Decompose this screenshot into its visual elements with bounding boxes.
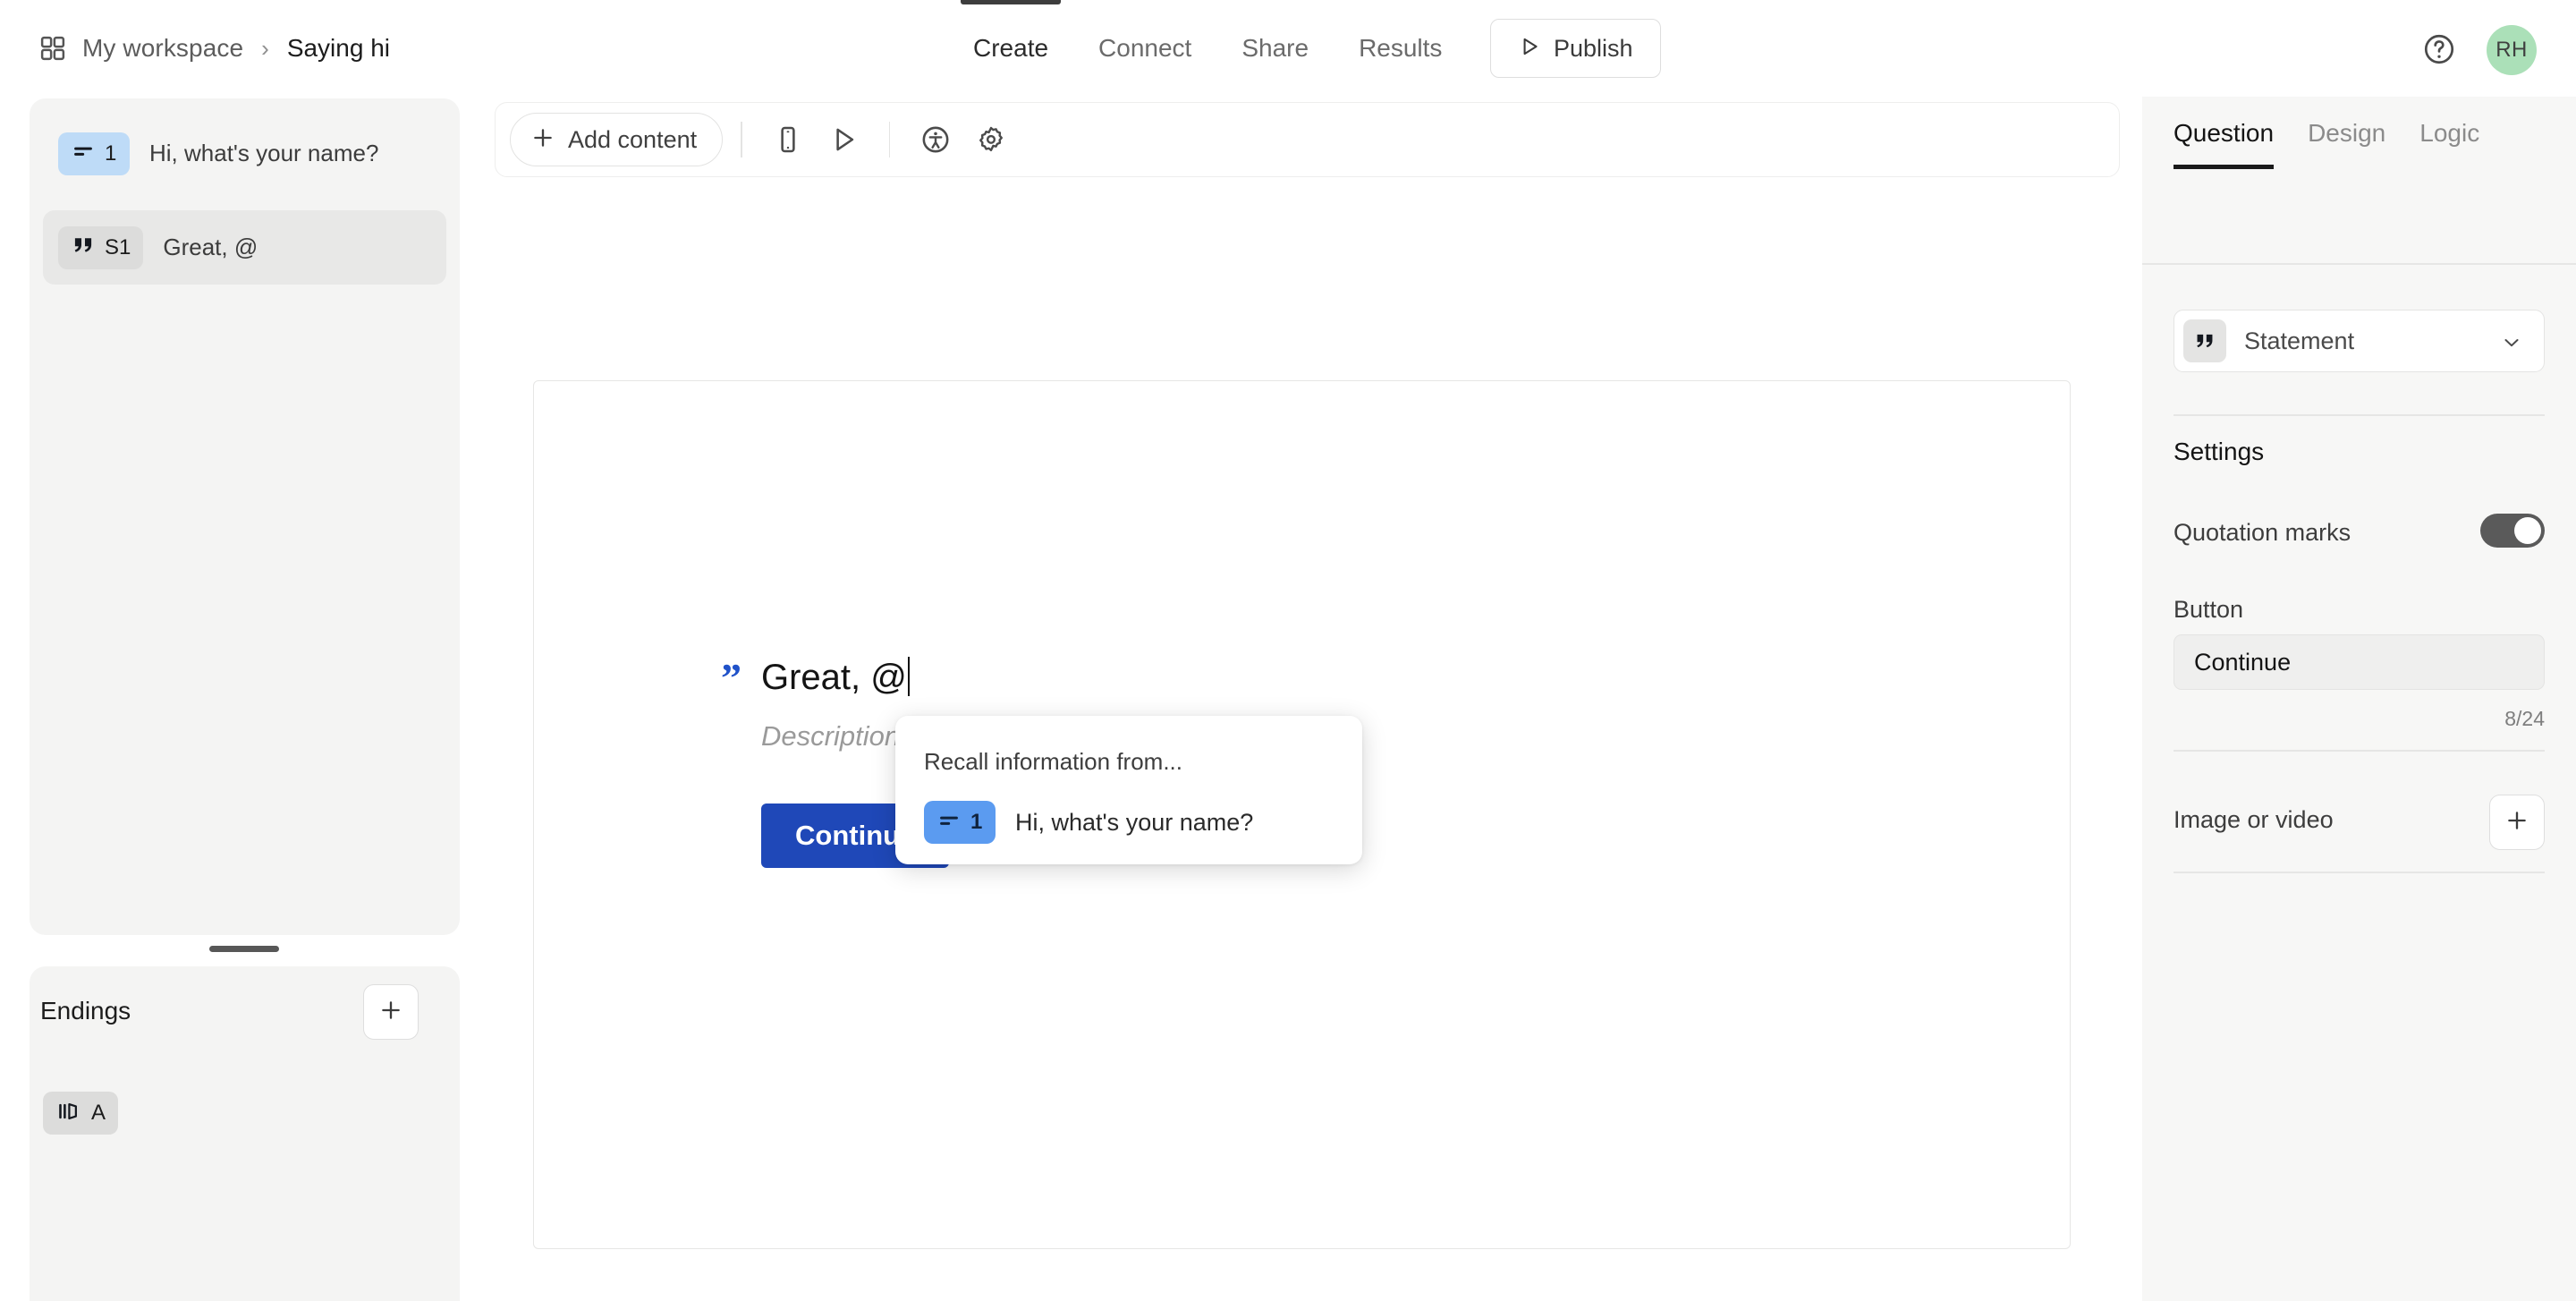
ending-number: A <box>91 1101 106 1125</box>
recall-information-popup: Recall information from... 1 Hi, what's … <box>895 716 1362 864</box>
app-header: My workspace › Saying hi Create Connect … <box>0 0 2576 97</box>
breadcrumb-separator: › <box>261 34 269 62</box>
panel-tabs: Question Design Logic <box>2142 119 2576 189</box>
plus-icon <box>378 998 403 1027</box>
ending-flag-icon <box>55 1099 80 1128</box>
text-cursor <box>907 657 911 696</box>
recall-option-label: Hi, what's your name? <box>1015 808 1254 836</box>
question-type-dropdown[interactable]: Statement <box>2174 310 2545 372</box>
panel-divider <box>2174 414 2545 416</box>
toolbar-divider <box>741 122 742 157</box>
button-char-counter: 8/24 <box>2504 707 2545 730</box>
tab-create-label: Create <box>973 34 1049 62</box>
quotation-marks-label: Quotation marks <box>2174 519 2351 546</box>
panel-divider <box>2174 750 2545 752</box>
button-setting-label: Button <box>2174 596 2244 623</box>
tab-connect-label: Connect <box>1098 34 1192 62</box>
panel-resize-handle[interactable] <box>209 946 279 952</box>
breadcrumb-form-title[interactable]: Saying hi <box>287 34 390 63</box>
help-circle-icon[interactable] <box>2422 32 2456 66</box>
recall-popup-title: Recall information from... <box>924 748 1182 775</box>
tab-connect[interactable]: Connect <box>1073 0 1216 97</box>
tab-create[interactable]: Create <box>948 0 1073 97</box>
tab-question-label: Question <box>2174 119 2275 147</box>
button-text-input[interactable]: Continue <box>2174 634 2545 690</box>
recall-option-number: 1 <box>970 810 983 834</box>
sidebar-item-question-1[interactable]: 1 Hi, what's your name? <box>43 116 446 191</box>
settings-gear-icon[interactable] <box>963 112 1019 167</box>
plus-icon <box>2504 808 2529 838</box>
short-text-icon <box>71 139 96 168</box>
typeform-editor-app: My workspace › Saying hi Create Connect … <box>0 0 2576 1301</box>
question-badge: 1 <box>58 132 130 175</box>
play-triangle-icon <box>1518 35 1541 63</box>
question-title-input[interactable]: Great, @ <box>761 656 911 699</box>
publish-label: Publish <box>1554 34 1633 62</box>
quotation-mark-decoration: ” <box>721 655 741 701</box>
question-number: S1 <box>105 234 131 259</box>
tab-logic-label: Logic <box>2419 119 2480 147</box>
add-content-button[interactable]: Add content <box>510 113 724 166</box>
tab-share[interactable]: Share <box>1216 0 1334 97</box>
tab-share-label: Share <box>1241 34 1309 62</box>
recall-option-badge: 1 <box>924 801 996 844</box>
avatar[interactable]: RH <box>2487 25 2537 75</box>
settings-heading: Settings <box>2174 438 2265 465</box>
question-description-input[interactable]: Description <box>761 720 900 753</box>
sidebar-item-ending-a[interactable]: A <box>43 1092 119 1135</box>
canvas-toolbar: Add content <box>495 102 2120 177</box>
tab-design-label: Design <box>2308 119 2386 147</box>
panel-tabs-divider <box>2142 263 2576 265</box>
question-badge: S1 <box>58 225 144 269</box>
panel-divider <box>2174 872 2545 873</box>
accessibility-icon[interactable] <box>908 112 963 167</box>
media-label: Image or video <box>2174 806 2334 833</box>
tab-results[interactable]: Results <box>1334 0 1467 97</box>
add-media-button[interactable] <box>2489 795 2545 850</box>
toggle-knob <box>2514 517 2541 544</box>
question-label: Great, @ <box>163 234 258 260</box>
main-nav-tabs: Create Connect Share Results <box>948 0 1467 97</box>
breadcrumb: My workspace › Saying hi <box>39 0 390 97</box>
recall-option-item[interactable]: 1 Hi, what's your name? <box>924 801 1253 844</box>
short-text-icon <box>936 808 962 838</box>
breadcrumb-workspace[interactable]: My workspace <box>82 34 243 63</box>
tab-logic[interactable]: Logic <box>2419 119 2499 169</box>
quotation-marks-icon <box>71 233 96 262</box>
sidebar-item-question-s1[interactable]: S1 Great, @ <box>43 210 446 285</box>
endings-heading: Endings <box>40 997 131 1025</box>
question-type-value: Statement <box>2244 327 2355 354</box>
quotation-marks-icon <box>2183 319 2226 362</box>
question-settings-panel: Question Design Logic Statement Settings… <box>2142 97 2576 1301</box>
tab-results-label: Results <box>1359 34 1443 62</box>
chevron-down-icon <box>2501 332 2522 358</box>
questions-panel: 1 Hi, what's your name? S1 Great, @ <box>30 98 460 935</box>
add-ending-button[interactable] <box>363 984 419 1040</box>
mobile-preview-icon[interactable] <box>760 112 816 167</box>
grid-icon[interactable] <box>39 35 66 62</box>
button-text-value: Continue <box>2194 648 2292 676</box>
tab-question[interactable]: Question <box>2174 119 2293 169</box>
quotation-marks-toggle[interactable] <box>2480 514 2545 548</box>
add-content-label: Add content <box>568 125 698 153</box>
question-number: 1 <box>105 140 117 166</box>
toolbar-divider <box>888 122 891 157</box>
question-title-text: Great, @ <box>761 658 907 697</box>
tab-design[interactable]: Design <box>2308 119 2405 169</box>
question-label: Hi, what's your name? <box>149 140 379 166</box>
plus-icon <box>530 125 555 155</box>
publish-button[interactable]: Publish <box>1490 19 1661 78</box>
play-preview-icon[interactable] <box>816 112 871 167</box>
avatar-initials: RH <box>2496 38 2528 62</box>
